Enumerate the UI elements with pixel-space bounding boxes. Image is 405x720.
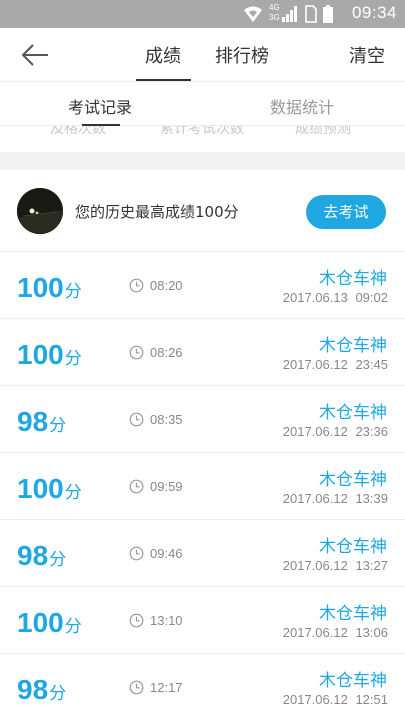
score-value: 100 — [17, 272, 64, 303]
best-score-banner: 您的历史最高成绩100分 去考试 — [0, 170, 405, 252]
record-score: 100分 — [17, 339, 82, 371]
top-nav: 成绩 排行榜 清空 — [0, 28, 405, 82]
arrow-left-icon[interactable] — [20, 42, 50, 68]
record-date: 2017.06.12 — [282, 357, 348, 372]
record-date: 2017.06.12 — [282, 558, 348, 573]
score-unit: 分 — [49, 416, 67, 435]
record-title: 木仓车神 — [319, 604, 387, 624]
score-unit: 分 — [64, 282, 82, 301]
clock-icon — [129, 479, 144, 494]
record-duration: 08:35 — [150, 412, 183, 427]
record-date: 2017.06.12 — [282, 692, 348, 707]
record-score: 100分 — [17, 473, 82, 505]
record-title: 木仓车神 — [319, 403, 387, 423]
stat-label-total-exams: 累计考试次数 — [160, 126, 244, 137]
record-title: 木仓车神 — [319, 269, 387, 289]
exam-records-list: 100分 08:20 木仓车神 2017.06.13 09:02 100分 08:26 木仓… — [0, 252, 405, 720]
score-unit: 分 — [64, 483, 82, 502]
score-unit: 分 — [49, 684, 67, 703]
record-datetime: 2017.06.12 13:39 — [283, 491, 388, 506]
record-score: 100分 — [17, 607, 82, 639]
record-duration: 08:26 — [150, 345, 183, 360]
score-value: 100 — [17, 607, 64, 638]
tab-ranking[interactable]: 排行榜 — [215, 42, 269, 68]
clock-icon — [129, 613, 144, 628]
record-row[interactable]: 98分 12:17 木仓车神 2017.06.12 12:51 — [0, 654, 405, 720]
go-exam-button[interactable]: 去考试 — [306, 195, 386, 229]
score-value: 98 — [17, 540, 49, 571]
record-time: 13:27 — [355, 558, 388, 573]
record-row[interactable]: 100分 09:59 木仓车神 2017.06.12 13:39 — [0, 453, 405, 520]
record-time: 12:51 — [355, 692, 388, 707]
score-value: 98 — [17, 674, 49, 705]
clock-icon — [129, 546, 144, 561]
network-label-4g: 4G — [269, 3, 280, 12]
record-score: 98分 — [17, 674, 66, 706]
score-value: 98 — [17, 406, 49, 437]
stat-label-pass-count: 及格次数 — [50, 126, 106, 137]
clear-button[interactable]: 清空 — [349, 42, 385, 68]
stat-label-prediction: 成绩预测 — [295, 126, 351, 137]
record-score: 100分 — [17, 272, 82, 304]
clock-icon — [129, 680, 144, 695]
record-datetime: 2017.06.12 12:51 — [283, 692, 388, 707]
record-datetime: 2017.06.12 13:27 — [283, 558, 388, 573]
section-divider — [0, 152, 405, 170]
score-unit: 分 — [49, 550, 67, 569]
record-date: 2017.06.12 — [282, 491, 348, 506]
battery-icon — [323, 5, 333, 23]
record-title: 木仓车神 — [319, 470, 387, 490]
record-time: 09:02 — [355, 290, 388, 305]
record-time: 13:06 — [355, 625, 388, 640]
record-row[interactable]: 100分 08:20 木仓车神 2017.06.13 09:02 — [0, 252, 405, 319]
record-datetime: 2017.06.12 23:45 — [283, 357, 388, 372]
clock-icon — [129, 412, 144, 427]
network-label-3g: 3G — [269, 13, 280, 22]
active-tab-indicator — [136, 79, 191, 81]
record-datetime: 2017.06.12 23:36 — [283, 424, 388, 439]
record-datetime: 2017.06.12 13:06 — [283, 625, 388, 640]
status-icons: 4G 3G — [243, 3, 333, 23]
subtab-data-stats[interactable]: 数据统计 — [270, 94, 334, 118]
record-title: 木仓车神 — [319, 537, 387, 557]
record-time: 23:36 — [355, 424, 388, 439]
record-title: 木仓车神 — [319, 336, 387, 356]
record-row[interactable]: 100分 13:10 木仓车神 2017.06.12 13:06 — [0, 587, 405, 654]
clock-icon — [129, 345, 144, 360]
record-time: 13:39 — [355, 491, 388, 506]
record-title: 木仓车神 — [319, 671, 387, 691]
record-score: 98分 — [17, 540, 66, 572]
status-time: 09:34 — [351, 3, 397, 22]
sim-icon — [305, 5, 317, 23]
record-duration: 09:46 — [150, 546, 183, 561]
record-time: 23:45 — [355, 357, 388, 372]
record-date: 2017.06.13 — [282, 290, 348, 305]
record-row[interactable]: 98分 09:46 木仓车神 2017.06.12 13:27 — [0, 520, 405, 587]
status-bar: 4G 3G 09:34 — [0, 0, 405, 28]
record-date: 2017.06.12 — [282, 625, 348, 640]
record-row[interactable]: 98分 08:35 木仓车神 2017.06.12 23:36 — [0, 386, 405, 453]
score-value: 100 — [17, 473, 64, 504]
subtab-exam-records[interactable]: 考试记录 — [68, 94, 132, 118]
wifi-icon — [244, 6, 262, 22]
record-duration: 08:20 — [150, 278, 183, 293]
record-duration: 13:10 — [150, 613, 183, 628]
signal-icon — [282, 6, 297, 22]
record-row[interactable]: 100分 08:26 木仓车神 2017.06.12 23:45 — [0, 319, 405, 386]
record-date: 2017.06.12 — [282, 424, 348, 439]
best-score-text: 您的历史最高成绩100分 — [75, 203, 239, 221]
score-unit: 分 — [64, 617, 82, 636]
sub-tabs: 考试记录 数据统计 — [0, 82, 405, 126]
avatar[interactable] — [17, 188, 63, 234]
record-duration: 09:59 — [150, 479, 183, 494]
score-value: 100 — [17, 339, 64, 370]
record-datetime: 2017.06.13 09:02 — [283, 290, 388, 305]
clock-icon — [129, 278, 144, 293]
tab-score[interactable]: 成绩 — [145, 42, 181, 68]
score-unit: 分 — [64, 349, 82, 368]
record-duration: 12:17 — [150, 680, 183, 695]
record-score: 98分 — [17, 406, 66, 438]
signal-group: 4G 3G — [269, 3, 299, 23]
